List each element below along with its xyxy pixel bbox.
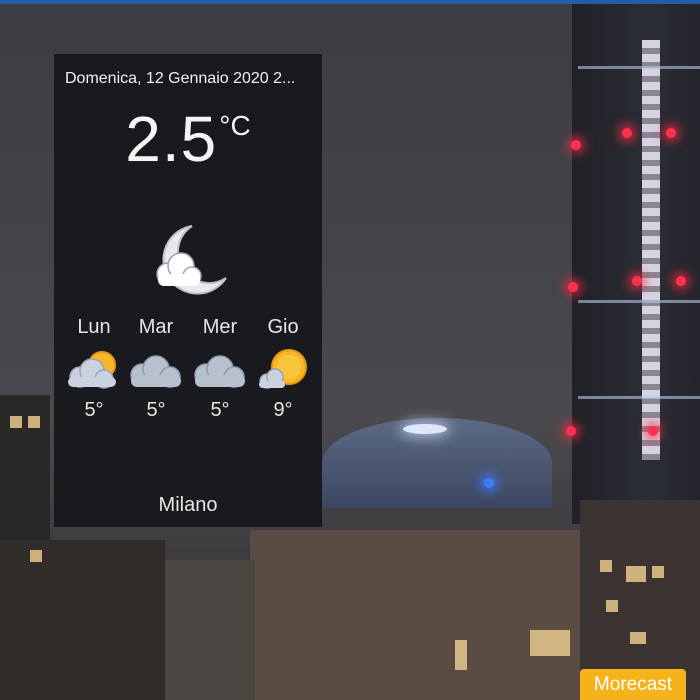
red-beacon-light [632,276,642,286]
skyscraper-band [578,66,700,69]
forecast-temp: 5° [84,399,104,421]
apartment-building [250,530,580,700]
forecast-day-name: Gio [267,316,299,338]
lit-window [530,630,570,656]
forecast-day-name: Mer [202,316,238,338]
lit-window [630,632,646,644]
lit-window [652,566,664,578]
forecast-day-name: Mar [138,316,174,338]
sun-cloud-icon [259,349,307,389]
webcam-background: Domenica, 12 Gennaio 2020 2... 2.5°C Lun [0,0,700,700]
cloudy-icon [130,355,181,388]
forecast-day: Mar 5° [125,316,187,422]
partly-cloudy-sun-icon [68,351,116,389]
forecast-day-name: Lun [77,316,111,338]
cloud-moon-icon [156,225,227,295]
forecast-day: Mer 5° [189,316,251,422]
apartment-building [0,540,165,700]
current-temperature: 2.5°C [54,102,322,176]
lit-window [606,600,618,612]
forecast-day: Lun 5° [63,316,125,422]
red-beacon-light [666,128,676,138]
red-beacon-light [676,276,686,286]
red-beacon-light [568,282,578,292]
forecast-temp: 5° [146,399,166,421]
apartment-building [0,395,50,540]
lit-window [10,416,22,428]
lit-window [30,550,42,562]
skyscraper-band [578,300,700,303]
forecast-day: Gio 9° [252,316,314,422]
temperature-unit: °C [219,110,251,141]
morecast-logo-link[interactable]: Morecast [580,669,686,700]
red-beacon-light [622,128,632,138]
street-lamp-glow [403,424,447,434]
red-beacon-light [571,140,581,150]
apartment-building [165,560,255,700]
forecast-temp: 5° [210,399,230,421]
red-beacon-light [648,426,658,436]
red-beacon-light [566,426,576,436]
lit-window [455,640,467,670]
forecast-temp: 9° [273,399,293,421]
city-name: Milano [158,494,218,516]
skyscraper-band [578,396,700,399]
cloudy-icon [194,355,245,388]
blue-light [484,478,494,488]
weather-widget: Domenica, 12 Gennaio 2020 2... 2.5°C Lun [54,54,322,527]
skyscraper [572,4,700,524]
lit-window [626,566,646,582]
temperature-value: 2.5 [125,103,218,175]
date-label: Domenica, 12 Gennaio 2020 2... [65,70,296,87]
lit-window [600,560,612,572]
lit-window [28,416,40,428]
